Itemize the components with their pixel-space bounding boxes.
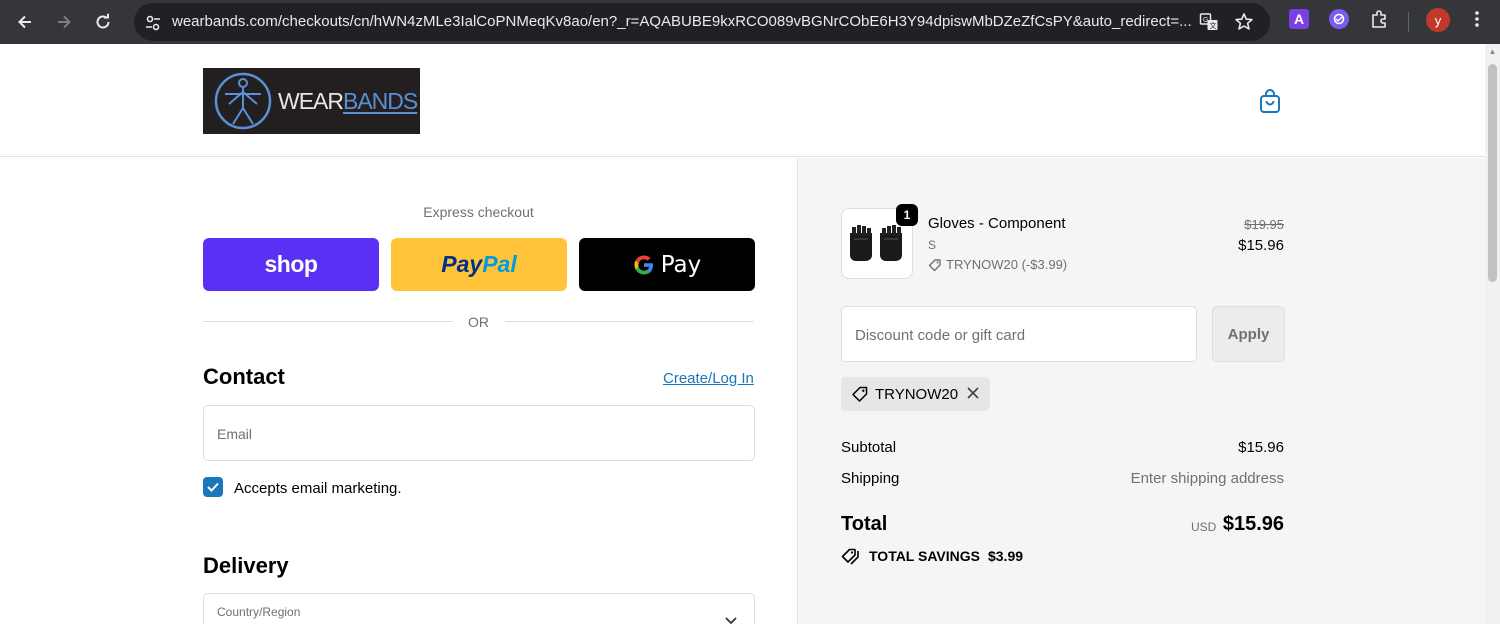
order-summary: 1 Gloves - Component S TRYNOW20 (-$3.99)… (797, 158, 1485, 624)
express-checkout-label: Express checkout (423, 204, 534, 220)
savings-tag-icon (841, 548, 859, 565)
total-currency: USD (1191, 520, 1217, 534)
tag-icon (852, 386, 868, 402)
extension-a-icon[interactable]: A (1289, 9, 1309, 29)
profile-avatar[interactable]: y (1426, 8, 1450, 32)
menu-dots-icon[interactable] (1466, 8, 1488, 30)
site-settings-icon[interactable] (142, 12, 164, 34)
toolbar-separator (1408, 12, 1409, 32)
discount-code-input[interactable]: Discount code or gift card (841, 306, 1197, 362)
forward-icon[interactable] (49, 7, 79, 37)
delivery-heading: Delivery (203, 553, 289, 578)
product-discount: TRYNOW20 (-$3.99) (928, 257, 1067, 272)
reload-icon[interactable] (88, 7, 118, 37)
logo-wordmark: WEARBANDS (278, 88, 418, 114)
google-pay-button[interactable]: Pay (579, 238, 755, 291)
email-field[interactable]: Email (203, 405, 755, 461)
or-divider: OR (203, 312, 754, 332)
shipping-label: Shipping (841, 470, 900, 487)
paypal-button[interactable]: Pay Pal (391, 238, 567, 291)
country-select[interactable]: Country/Region (203, 593, 755, 624)
url-text[interactable]: wearbands.com/checkouts/cn/hWN4zMLe3IalC… (172, 13, 1192, 30)
extension-ring-icon[interactable] (1329, 9, 1349, 29)
shopping-bag-icon[interactable] (1258, 88, 1282, 114)
email-marketing-label: Accepts email marketing. (234, 480, 402, 497)
total-value: $15.96 (1222, 513, 1284, 535)
subtotal-value: $15.96 (1238, 439, 1284, 456)
tag-icon (928, 258, 941, 271)
bookmark-star-icon[interactable] (1233, 11, 1255, 33)
back-icon[interactable] (10, 7, 40, 37)
wearbands-logo[interactable]: WEARBANDS (203, 68, 420, 134)
checkout-form: Express checkout shop Pay Pal Pay OR Cont… (0, 158, 797, 624)
total-savings: TOTAL SAVINGS $3.99 (841, 547, 1023, 565)
address-bar[interactable]: wearbands.com/checkouts/cn/hWN4zMLe3IalC… (134, 3, 1270, 41)
google-g-icon (634, 255, 653, 274)
create-login-link[interactable]: Create/Log In (663, 370, 754, 387)
shop-pay-button[interactable]: shop (203, 238, 379, 291)
applied-discount-chip: TRYNOW20 (841, 377, 990, 411)
shipping-value: Enter shipping address (1130, 470, 1284, 487)
apply-discount-button[interactable]: Apply (1212, 306, 1285, 362)
product-name: Gloves - Component (928, 215, 1066, 232)
total-label: Total (841, 513, 888, 535)
discounted-price: $15.96 (1238, 237, 1284, 254)
site-header: WEARBANDS (0, 44, 1485, 157)
contact-heading: Contact (203, 364, 285, 389)
scroll-up-arrow[interactable]: ▲ (1488, 48, 1497, 56)
subtotal-label: Subtotal (841, 439, 897, 456)
remove-discount-icon[interactable] (965, 385, 981, 401)
email-marketing-checkbox[interactable] (203, 477, 223, 497)
scrollbar-thumb[interactable] (1488, 64, 1497, 282)
svg-text:文: 文 (1210, 21, 1217, 30)
extensions-puzzle-icon[interactable] (1368, 8, 1390, 30)
original-price: $19.95 (1244, 217, 1284, 232)
chevron-down-icon (724, 613, 738, 624)
product-variant: S (928, 238, 937, 252)
translate-icon[interactable]: G文 (1198, 11, 1220, 33)
browser-toolbar: wearbands.com/checkouts/cn/hWN4zMLe3IalC… (0, 0, 1500, 44)
quantity-badge: 1 (896, 204, 918, 226)
